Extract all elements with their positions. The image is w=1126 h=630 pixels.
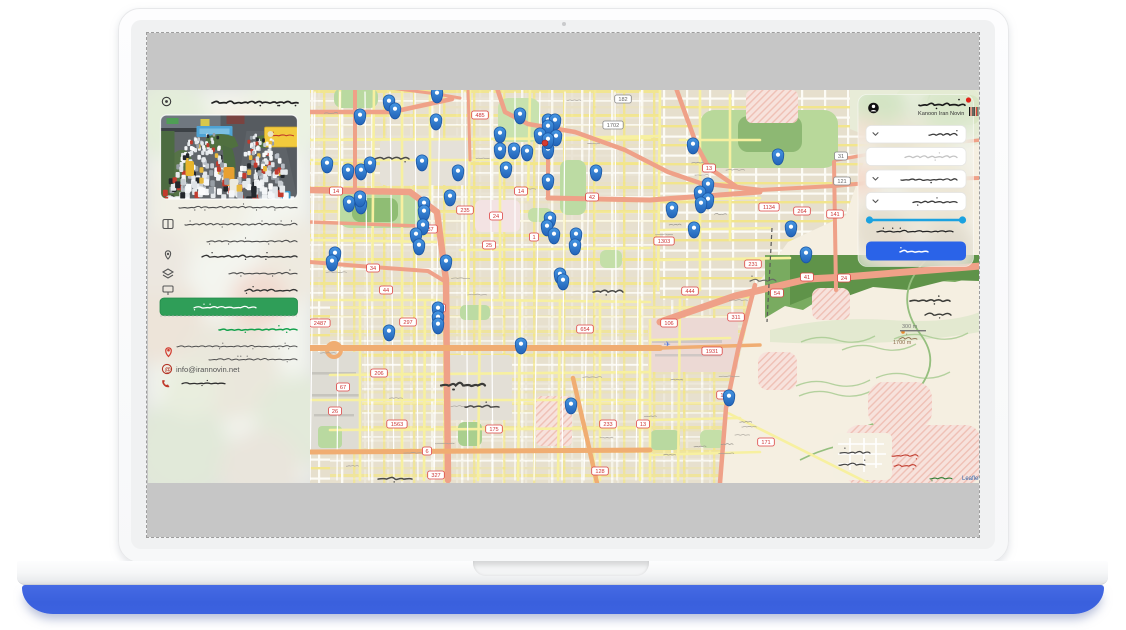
svg-text:24: 24 [493,214,499,220]
svg-text:121: 121 [837,179,846,185]
svg-text:13: 13 [640,422,646,428]
svg-text:311: 311 [732,315,741,321]
svg-text:6: 6 [425,449,428,455]
svg-text:128: 128 [595,469,604,475]
svg-text:235: 235 [460,208,469,214]
svg-text:26: 26 [332,409,338,415]
svg-text:485: 485 [475,113,484,119]
svg-text:54: 54 [774,291,780,297]
svg-text:67: 67 [340,385,346,391]
svg-text:175: 175 [489,427,498,433]
svg-text:Kanoon Iran Novin: Kanoon Iran Novin [918,111,964,117]
svg-text:2487: 2487 [314,321,326,327]
svg-text:444: 444 [685,289,694,295]
svg-text:1700 m: 1700 m [893,340,912,346]
svg-text:141: 141 [830,212,839,218]
svg-text:182: 182 [618,97,627,103]
svg-text:264: 264 [797,209,806,215]
svg-text:231: 231 [748,262,757,268]
svg-text:@: @ [164,366,171,373]
svg-text:297: 297 [403,320,412,326]
svg-text:327: 327 [431,473,440,479]
svg-text:14: 14 [333,189,339,195]
svg-text:1303: 1303 [658,239,670,245]
svg-text:171: 171 [761,440,770,446]
svg-text:info@irannovin.net: info@irannovin.net [176,365,240,374]
svg-text:1134: 1134 [763,205,775,211]
svg-text:1931: 1931 [706,349,718,355]
svg-text:106: 106 [664,321,673,327]
svg-text:25: 25 [486,243,492,249]
svg-text:233: 233 [603,422,612,428]
svg-text:1702: 1702 [607,123,619,129]
svg-text:206: 206 [374,371,383,377]
svg-text:24: 24 [841,276,847,282]
svg-text:1: 1 [532,235,535,241]
svg-text:44: 44 [383,288,389,294]
svg-text:31: 31 [838,154,844,160]
svg-text:1563: 1563 [391,422,403,428]
svg-text:13: 13 [706,166,712,172]
svg-text:14: 14 [518,189,524,195]
svg-text:654: 654 [580,327,589,333]
svg-text:42: 42 [589,195,595,201]
svg-text:Leaflet: Leaflet [962,476,979,482]
svg-text:300 m: 300 m [902,324,918,330]
svg-text:34: 34 [370,266,376,272]
svg-text:41: 41 [804,275,810,281]
